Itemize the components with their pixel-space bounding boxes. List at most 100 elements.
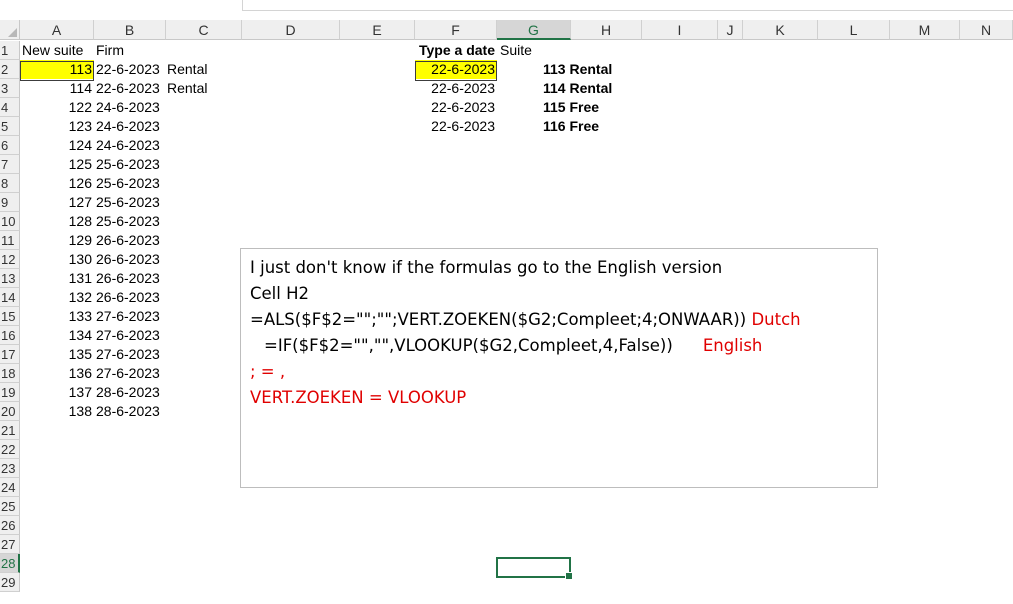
cell-a15[interactable]: 133 bbox=[20, 307, 94, 326]
cell-a11[interactable]: 129 bbox=[20, 231, 94, 250]
row-header-4[interactable]: 4 bbox=[0, 98, 20, 117]
column-header-k[interactable]: K bbox=[743, 20, 818, 40]
cell-b2[interactable]: 22-6-2023 bbox=[96, 60, 166, 79]
cell-b14[interactable]: 26-6-2023 bbox=[96, 288, 166, 307]
cell-b17[interactable]: 27-6-2023 bbox=[96, 345, 166, 364]
column-header-e[interactable]: E bbox=[340, 20, 415, 40]
row-header-28[interactable]: 28 bbox=[0, 554, 20, 573]
cell-c3[interactable]: Rental bbox=[167, 79, 237, 98]
column-header-n[interactable]: N bbox=[960, 20, 1013, 40]
cell-g1[interactable]: Suite bbox=[500, 41, 570, 60]
cell-a10[interactable]: 128 bbox=[20, 212, 94, 231]
cell-b5[interactable]: 24-6-2023 bbox=[96, 117, 166, 136]
highlighted-cell-f2-border bbox=[415, 61, 497, 81]
row-header-18[interactable]: 18 bbox=[0, 364, 20, 383]
cell-a12[interactable]: 130 bbox=[20, 250, 94, 269]
row-header-2[interactable]: 2 bbox=[0, 60, 20, 79]
column-header-d[interactable]: D bbox=[242, 20, 340, 40]
row-header-19[interactable]: 19 bbox=[0, 383, 20, 402]
row-header-7[interactable]: 7 bbox=[0, 155, 20, 174]
cell-b19[interactable]: 28-6-2023 bbox=[96, 383, 166, 402]
cell-h4[interactable]: 115 Free bbox=[543, 98, 643, 117]
row-header-20[interactable]: 20 bbox=[0, 402, 20, 421]
cell-b20[interactable]: 28-6-2023 bbox=[96, 402, 166, 421]
cell-b1[interactable]: Firm bbox=[96, 41, 166, 60]
cell-a7[interactable]: 125 bbox=[20, 155, 94, 174]
formula-bar-input[interactable] bbox=[242, 0, 1013, 11]
cell-f1[interactable]: Type a date bbox=[419, 41, 499, 60]
cell-b16[interactable]: 27-6-2023 bbox=[96, 326, 166, 345]
row-header-21[interactable]: 21 bbox=[0, 421, 20, 440]
cell-b12[interactable]: 26-6-2023 bbox=[96, 250, 166, 269]
cell-h5[interactable]: 116 Free bbox=[543, 117, 643, 136]
row-header-16[interactable]: 16 bbox=[0, 326, 20, 345]
cell-b6[interactable]: 24-6-2023 bbox=[96, 136, 166, 155]
cell-f3[interactable]: 22-6-2023 bbox=[415, 79, 497, 98]
cell-a14[interactable]: 132 bbox=[20, 288, 94, 307]
cell-a17[interactable]: 135 bbox=[20, 345, 94, 364]
column-header-i[interactable]: I bbox=[642, 20, 718, 40]
column-header-j[interactable]: J bbox=[718, 20, 743, 40]
cell-a18[interactable]: 136 bbox=[20, 364, 94, 383]
cell-a1[interactable]: New suite bbox=[22, 41, 94, 60]
cell-h3[interactable]: 114 Rental bbox=[543, 79, 643, 98]
column-header-g[interactable]: G bbox=[497, 20, 571, 40]
row-header-12[interactable]: 12 bbox=[0, 250, 20, 269]
row-header-17[interactable]: 17 bbox=[0, 345, 20, 364]
row-header-24[interactable]: 24 bbox=[0, 478, 20, 497]
cell-b8[interactable]: 25-6-2023 bbox=[96, 174, 166, 193]
column-header-f[interactable]: F bbox=[415, 20, 497, 40]
row-header-9[interactable]: 9 bbox=[0, 193, 20, 212]
row-header-6[interactable]: 6 bbox=[0, 136, 20, 155]
column-header-c[interactable]: C bbox=[166, 20, 242, 40]
row-header-29[interactable]: 29 bbox=[0, 573, 20, 592]
cell-a19[interactable]: 137 bbox=[20, 383, 94, 402]
row-header-10[interactable]: 10 bbox=[0, 212, 20, 231]
row-header-27[interactable]: 27 bbox=[0, 535, 20, 554]
cell-a6[interactable]: 124 bbox=[20, 136, 94, 155]
cell-a8[interactable]: 126 bbox=[20, 174, 94, 193]
comment-textbox[interactable]: I just don't know if the formulas go to … bbox=[240, 248, 878, 488]
row-header-8[interactable]: 8 bbox=[0, 174, 20, 193]
cell-b13[interactable]: 26-6-2023 bbox=[96, 269, 166, 288]
row-header-23[interactable]: 23 bbox=[0, 459, 20, 478]
cell-a9[interactable]: 127 bbox=[20, 193, 94, 212]
row-header-14[interactable]: 14 bbox=[0, 288, 20, 307]
cell-h2[interactable]: 113 Rental bbox=[543, 60, 643, 79]
row-header-11[interactable]: 11 bbox=[0, 231, 20, 250]
row-header-3[interactable]: 3 bbox=[0, 79, 20, 98]
cell-a5[interactable]: 123 bbox=[20, 117, 94, 136]
cell-f4[interactable]: 22-6-2023 bbox=[415, 98, 497, 117]
cell-a3[interactable]: 114 bbox=[20, 79, 94, 98]
cell-c2[interactable]: Rental bbox=[167, 60, 237, 79]
column-header-l[interactable]: L bbox=[818, 20, 890, 40]
row-header-1[interactable]: 1 bbox=[0, 41, 20, 60]
row-header-5[interactable]: 5 bbox=[0, 117, 20, 136]
column-header-a[interactable]: A bbox=[20, 20, 94, 40]
cell-b3[interactable]: 22-6-2023 bbox=[96, 79, 166, 98]
cell-f5[interactable]: 22-6-2023 bbox=[415, 117, 497, 136]
cell-a16[interactable]: 134 bbox=[20, 326, 94, 345]
cell-b11[interactable]: 26-6-2023 bbox=[96, 231, 166, 250]
cell-b9[interactable]: 25-6-2023 bbox=[96, 193, 166, 212]
row-header-26[interactable]: 26 bbox=[0, 516, 20, 535]
formula-bar-area bbox=[0, 0, 1013, 20]
cell-b7[interactable]: 25-6-2023 bbox=[96, 155, 166, 174]
cell-a20[interactable]: 138 bbox=[20, 402, 94, 421]
cell-b10[interactable]: 25-6-2023 bbox=[96, 212, 166, 231]
row-header-22[interactable]: 22 bbox=[0, 440, 20, 459]
fill-handle[interactable] bbox=[565, 572, 573, 580]
cell-a13[interactable]: 131 bbox=[20, 269, 94, 288]
column-header-b[interactable]: B bbox=[94, 20, 166, 40]
column-header-m[interactable]: M bbox=[890, 20, 960, 40]
cell-b4[interactable]: 24-6-2023 bbox=[96, 98, 166, 117]
cell-b18[interactable]: 27-6-2023 bbox=[96, 364, 166, 383]
active-cell-g28[interactable] bbox=[496, 557, 573, 580]
cell-b15[interactable]: 27-6-2023 bbox=[96, 307, 166, 326]
column-header-h[interactable]: H bbox=[571, 20, 642, 40]
cell-a4[interactable]: 122 bbox=[20, 98, 94, 117]
row-header-13[interactable]: 13 bbox=[0, 269, 20, 288]
row-header-25[interactable]: 25 bbox=[0, 497, 20, 516]
row-header-15[interactable]: 15 bbox=[0, 307, 20, 326]
select-all-corner[interactable] bbox=[0, 20, 20, 40]
